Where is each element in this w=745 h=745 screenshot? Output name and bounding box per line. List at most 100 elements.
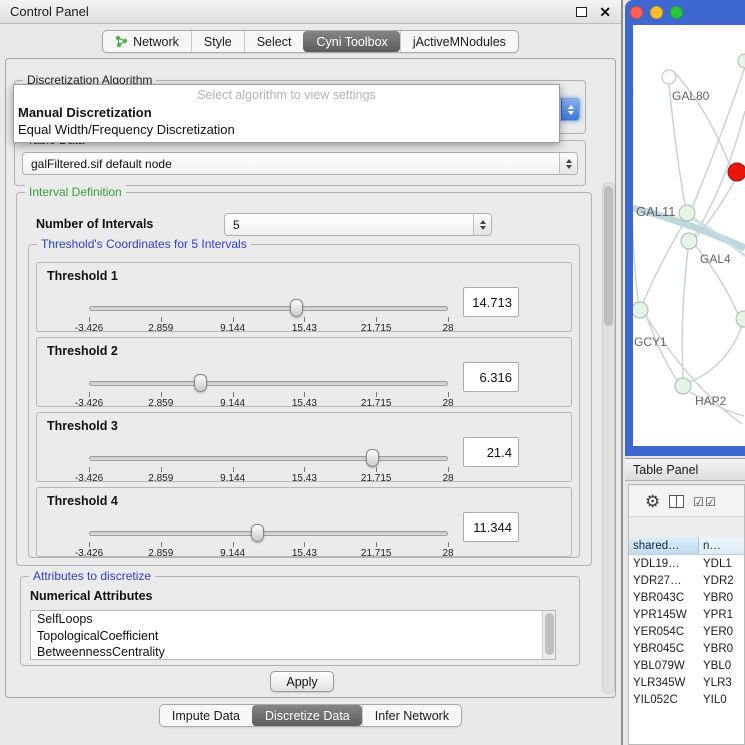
control-panel: Control Panel ✕: [0, 0, 623, 745]
tab-network[interactable]: Network: [103, 31, 191, 52]
tab-label: Style: [204, 35, 232, 49]
attribute-list-item[interactable]: SelfLoops: [31, 611, 555, 628]
network-node-label: GCY1: [634, 335, 667, 349]
slider-tick-label: -3.426: [75, 548, 103, 559]
slider-tick-label: 15.43: [292, 398, 317, 409]
threshold-slider[interactable]: -3.4262.8599.14415.4321.71528: [89, 449, 448, 483]
slider-track[interactable]: [89, 531, 448, 536]
column-header-name[interactable]: n…: [699, 537, 744, 554]
slider-tick-label: 2.859: [148, 323, 173, 334]
tab-select[interactable]: Select: [244, 31, 304, 52]
algorithm-dropdown: Select algorithm to view settings Manual…: [13, 84, 560, 143]
network-node-label: GAL80: [672, 89, 710, 103]
table-row[interactable]: YBL079WYBL0: [629, 657, 744, 674]
threshold-label: Threshold 4: [47, 494, 118, 508]
tab-jactivemnodules[interactable]: jActiveMNodules: [400, 31, 518, 52]
table-panel-header: Table Panel: [625, 458, 745, 481]
slider-tick-label: 28: [442, 473, 453, 484]
scrollbar-thumb[interactable]: [604, 186, 613, 326]
numerical-attributes-list[interactable]: SelfLoopsTopologicalCoefficientBetweenne…: [30, 610, 556, 660]
slider-tick: [304, 542, 305, 547]
tab-infer-network[interactable]: Infer Network: [362, 705, 461, 726]
combo-stepper-icon[interactable]: [473, 214, 491, 235]
slider-ticks: -3.4262.8599.14415.4321.71528: [89, 392, 448, 408]
attribute-list-item[interactable]: TopologicalCoefficient: [31, 628, 555, 645]
tab-cyni-toolbox[interactable]: Cyni Toolbox: [303, 31, 399, 52]
slider-tick: [89, 467, 90, 472]
group-title: Interval Definition: [25, 185, 126, 199]
slider-handle[interactable]: [194, 374, 207, 392]
slider-track[interactable]: [89, 456, 448, 461]
column-header-shared-name[interactable]: shared…: [629, 537, 699, 554]
threshold-value-field[interactable]: 6.316: [463, 362, 519, 392]
window-controls: [630, 6, 683, 19]
close-icon[interactable]: ✕: [599, 5, 611, 19]
network-node[interactable]: [675, 378, 691, 394]
table-row[interactable]: YDL19…YDL1: [629, 555, 744, 572]
slider-handle[interactable]: [290, 299, 303, 317]
threshold-label: Threshold 3: [47, 419, 118, 433]
table-row[interactable]: YLR345WYLR3: [629, 674, 744, 691]
threshold-panel: Threshold 3 -3.4262.8599.14415.4321.7152…: [36, 412, 572, 482]
checkbox-icons[interactable]: ☑☑: [693, 495, 717, 509]
table-panel-title: Table Panel: [633, 463, 698, 477]
table-row[interactable]: YER054CYER0: [629, 623, 744, 640]
threshold-panel: Threshold 4 -3.4262.8599.14415.4321.7152…: [36, 487, 572, 557]
tab-style[interactable]: Style: [191, 31, 244, 52]
tab-impute-data[interactable]: Impute Data: [160, 705, 252, 726]
table-row[interactable]: YIL052CYIL0: [629, 691, 744, 708]
panel-scrollbar[interactable]: [602, 182, 615, 694]
slider-tick-label: -3.426: [75, 398, 103, 409]
network-node[interactable]: [679, 205, 695, 221]
tab-label: jActiveMNodules: [413, 35, 506, 49]
top-tabbar: Network Style Select Cyni Toolbox jActiv…: [102, 30, 519, 53]
network-node[interactable]: [728, 163, 745, 181]
table-row[interactable]: YDR27…YDR2: [629, 572, 744, 589]
slider-track[interactable]: [89, 381, 448, 386]
slider-handle[interactable]: [366, 449, 379, 467]
tab-label: Network: [133, 35, 179, 49]
threshold-value-field[interactable]: 14.713: [463, 287, 519, 317]
table-rows: YDL19…YDL1YDR27…YDR2YBR043CYBR0YPR145WYP…: [629, 555, 744, 708]
gear-icon[interactable]: ⚙: [645, 493, 660, 510]
slider-tick: [376, 467, 377, 472]
network-node[interactable]: [633, 302, 648, 318]
combo-stepper-icon[interactable]: [561, 99, 579, 120]
window-minimize-icon[interactable]: [650, 6, 663, 19]
slider-tick: [161, 317, 162, 322]
panel-title: Control Panel: [10, 4, 89, 19]
tab-discretize-data[interactable]: Discretize Data: [252, 705, 362, 726]
table-row[interactable]: YBR043CYBR0: [629, 589, 744, 606]
dropdown-item-equal-width[interactable]: Equal Width/Frequency Discretization: [14, 121, 559, 138]
attribute-items: SelfLoopsTopologicalCoefficientBetweenne…: [31, 611, 555, 660]
network-node[interactable]: [681, 233, 697, 249]
apply-button[interactable]: Apply: [270, 671, 334, 692]
window-close-icon[interactable]: [630, 6, 643, 19]
scrollbar-thumb[interactable]: [545, 613, 554, 655]
columns-icon[interactable]: [669, 495, 684, 508]
combo-stepper-icon[interactable]: [559, 153, 577, 174]
network-canvas[interactable]: GAL80GAL11GAL4GCY1HAP2: [633, 25, 745, 446]
threshold-value-field[interactable]: 11.344: [463, 512, 519, 542]
slider-track[interactable]: [89, 306, 448, 311]
table-row[interactable]: YBR045CYBR0: [629, 640, 744, 657]
num-intervals-combobox[interactable]: 5: [224, 213, 492, 236]
threshold-slider[interactable]: -3.4262.8599.14415.4321.71528: [89, 524, 448, 558]
table-data-combobox[interactable]: galFiltered.sif default node: [22, 152, 578, 175]
window-zoom-icon[interactable]: [670, 6, 683, 19]
dropdown-item-manual-discretization[interactable]: Manual Discretization: [14, 104, 559, 121]
slider-handle[interactable]: [251, 524, 264, 542]
table-cell: YDR2: [699, 575, 744, 587]
threshold-slider[interactable]: -3.4262.8599.14415.4321.71528: [89, 299, 448, 333]
float-window-icon[interactable]: [576, 7, 587, 17]
table-column-headers: shared… n…: [629, 537, 744, 555]
threshold-value-field[interactable]: 21.4: [463, 437, 519, 467]
table-row[interactable]: YPR145WYPR1: [629, 606, 744, 623]
threshold-slider[interactable]: -3.4262.8599.14415.4321.71528: [89, 374, 448, 408]
slider-tick-label: 21.715: [361, 323, 392, 334]
attribute-list-item[interactable]: BetweennessCentrality: [31, 644, 555, 660]
network-node[interactable]: [662, 70, 676, 84]
list-scrollbar[interactable]: [542, 611, 555, 659]
table-cell: YDL1: [699, 558, 744, 570]
network-node[interactable]: [738, 54, 745, 68]
